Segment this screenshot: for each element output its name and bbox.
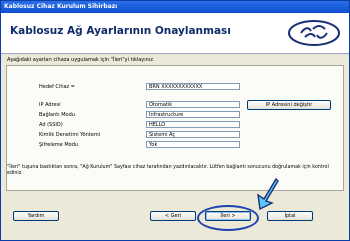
back-button[interactable]: < Geri: [150, 211, 196, 221]
connection-mode-label: Bağlantı Modu: [39, 112, 75, 118]
ssid-label: Ad (SSID): [39, 122, 63, 128]
ssid-value: HELLO: [146, 121, 240, 128]
auth-method-label: Kimlik Denetimi Yöntemi: [39, 132, 101, 138]
highlight-circle: [197, 205, 259, 231]
info-note: "İleri" tuşuna bastıktan sonra, "Ağ Kuru…: [7, 165, 329, 176]
window-title: Kablosuz Cihaz Kurulum Sihirbazı: [1, 1, 349, 13]
target-device-value: BRN XXXXXXXXXXXX: [146, 83, 240, 90]
encryption-mode-value: Yok: [146, 141, 240, 148]
wizard-header: Kablosuz Ağ Ayarlarının Onaylanması: [1, 13, 349, 54]
page-title: Kablosuz Ağ Ayarlarının Onaylanması: [10, 25, 231, 37]
instruction-text: Aşağıdaki ayarları cihaza uygulamak için…: [7, 57, 155, 63]
auth-method-value: Sistemi Aç: [146, 131, 240, 138]
pointer-arrow-icon: [257, 177, 279, 211]
help-button[interactable]: Yardım: [13, 211, 59, 221]
ip-address-value: Otomatik: [146, 101, 240, 108]
ip-address-label: IP Adresi: [39, 102, 61, 108]
change-ip-button[interactable]: IP Adresini değiştir: [247, 100, 331, 110]
target-device-label: Hedef Cihaz =: [39, 84, 75, 90]
cancel-button[interactable]: İptal: [267, 211, 313, 221]
wireless-logo-icon: [288, 20, 340, 46]
wizard-window: Kablosuz Cihaz Kurulum Sihirbazı Kablosu…: [0, 0, 350, 241]
connection-mode-value: Infrastructure: [146, 111, 240, 118]
encryption-mode-label: Şifreleme Modu: [39, 142, 79, 148]
